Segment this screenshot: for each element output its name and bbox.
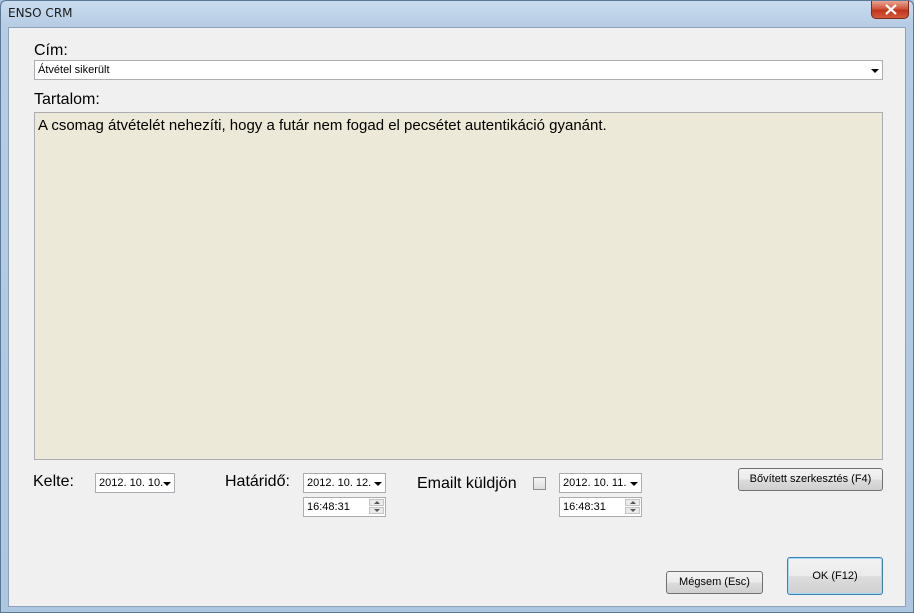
email-checkbox[interactable]	[533, 477, 546, 490]
spin-down-button[interactable]	[625, 507, 640, 514]
tartalom-textarea[interactable]: A csomag átvételét nehezíti, hogy a futá…	[34, 112, 883, 460]
hatarido-date-value: 2012. 10. 12.	[307, 477, 372, 489]
tartalom-label: Tartalom:	[34, 91, 100, 108]
email-date-picker[interactable]: 2012. 10. 11.	[559, 473, 642, 493]
window-title: ENSO CRM	[8, 6, 73, 20]
extended-edit-button[interactable]: Bővített szerkesztés (F4)	[738, 468, 883, 491]
chevron-down-icon	[374, 482, 382, 486]
kelte-label: Kelte:	[33, 473, 74, 490]
cim-combobox[interactable]: Átvétel sikerült	[34, 60, 883, 80]
hatarido-label: Határidő:	[225, 473, 290, 490]
hatarido-time-value: 16:48:31	[307, 501, 350, 513]
spin-up-button[interactable]	[369, 499, 384, 506]
title-bar: ENSO CRM	[1, 1, 913, 27]
spin-up-button[interactable]	[625, 499, 640, 506]
kelte-date-picker[interactable]: 2012. 10. 10.	[95, 473, 175, 493]
dialog-window: ENSO CRM Cím: Átvétel sikerült Tartalom:…	[0, 0, 914, 613]
close-button[interactable]	[871, 1, 909, 19]
cim-value: Átvétel sikerült	[38, 64, 110, 76]
email-time-spinner[interactable]: 16:48:31	[559, 497, 642, 517]
dialog-body: Cím: Átvétel sikerült Tartalom: A csomag…	[8, 27, 906, 607]
cim-label: Cím:	[34, 42, 68, 59]
chevron-down-icon	[871, 69, 879, 73]
spin-down-button[interactable]	[369, 507, 384, 514]
ok-button[interactable]: OK (F12)	[787, 557, 883, 595]
close-icon	[885, 4, 897, 15]
cancel-button[interactable]: Mégsem (Esc)	[666, 571, 763, 594]
hatarido-time-spinner[interactable]: 16:48:31	[303, 497, 386, 517]
kelte-date-value: 2012. 10. 10.	[99, 477, 164, 489]
email-label: Emailt küldjön	[417, 475, 517, 492]
hatarido-date-picker[interactable]: 2012. 10. 12.	[303, 473, 386, 493]
chevron-down-icon	[630, 482, 638, 486]
email-date-value: 2012. 10. 11.	[563, 477, 627, 489]
email-time-value: 16:48:31	[563, 501, 606, 513]
chevron-down-icon	[163, 482, 171, 486]
